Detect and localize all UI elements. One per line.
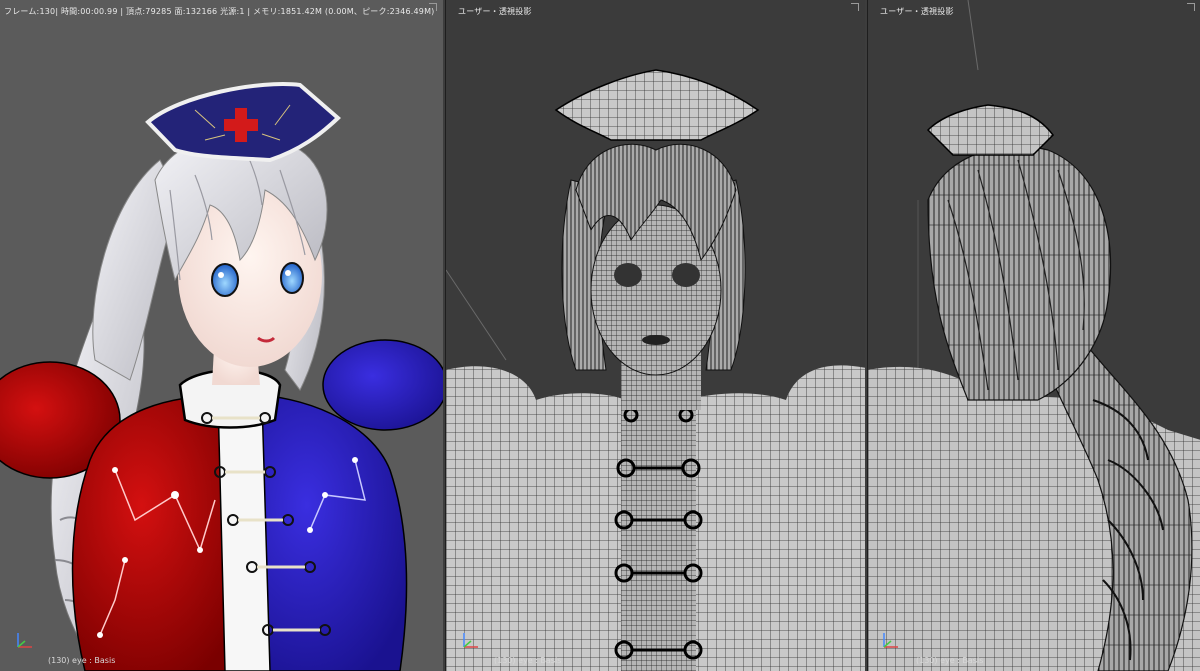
viewport-footer-label: (130) eye : Basis xyxy=(494,656,562,665)
viewport-view-label: ユーザー・透視投影 xyxy=(458,7,532,16)
viewport-rendered[interactable]: フレーム:130| 時間:00:00.99 | 頂点:79285 面:13216… xyxy=(0,0,443,671)
viewport-wireframe-back[interactable]: ユーザー・透視投影 (130) eye: Basis xyxy=(867,0,1200,671)
viewport-footer-label: (130) eye : Basis xyxy=(916,656,984,665)
viewport-stats-label: フレーム:130| 時間:00:00.99 | 頂点:79285 面:13216… xyxy=(4,7,435,16)
viewport-view-label: ユーザー・透視投影 xyxy=(880,7,954,16)
axis-gizmo-icon xyxy=(12,629,36,653)
viewport-corner-icon[interactable] xyxy=(428,2,438,12)
viewport-footer-label: (130) eye : Basis xyxy=(48,656,116,665)
viewport-corner-icon[interactable] xyxy=(1186,2,1196,12)
rendered-character-illustration xyxy=(0,82,443,671)
wireframe-back-mesh xyxy=(868,0,1200,671)
viewport-wireframe-front[interactable]: ユーザー・透視投影 (130) eye: Basis xyxy=(445,0,865,671)
axis-gizmo-icon xyxy=(458,629,482,653)
axis-gizmo-icon xyxy=(878,629,902,653)
viewport-corner-icon[interactable] xyxy=(850,2,860,12)
wireframe-front-mesh xyxy=(446,69,865,671)
